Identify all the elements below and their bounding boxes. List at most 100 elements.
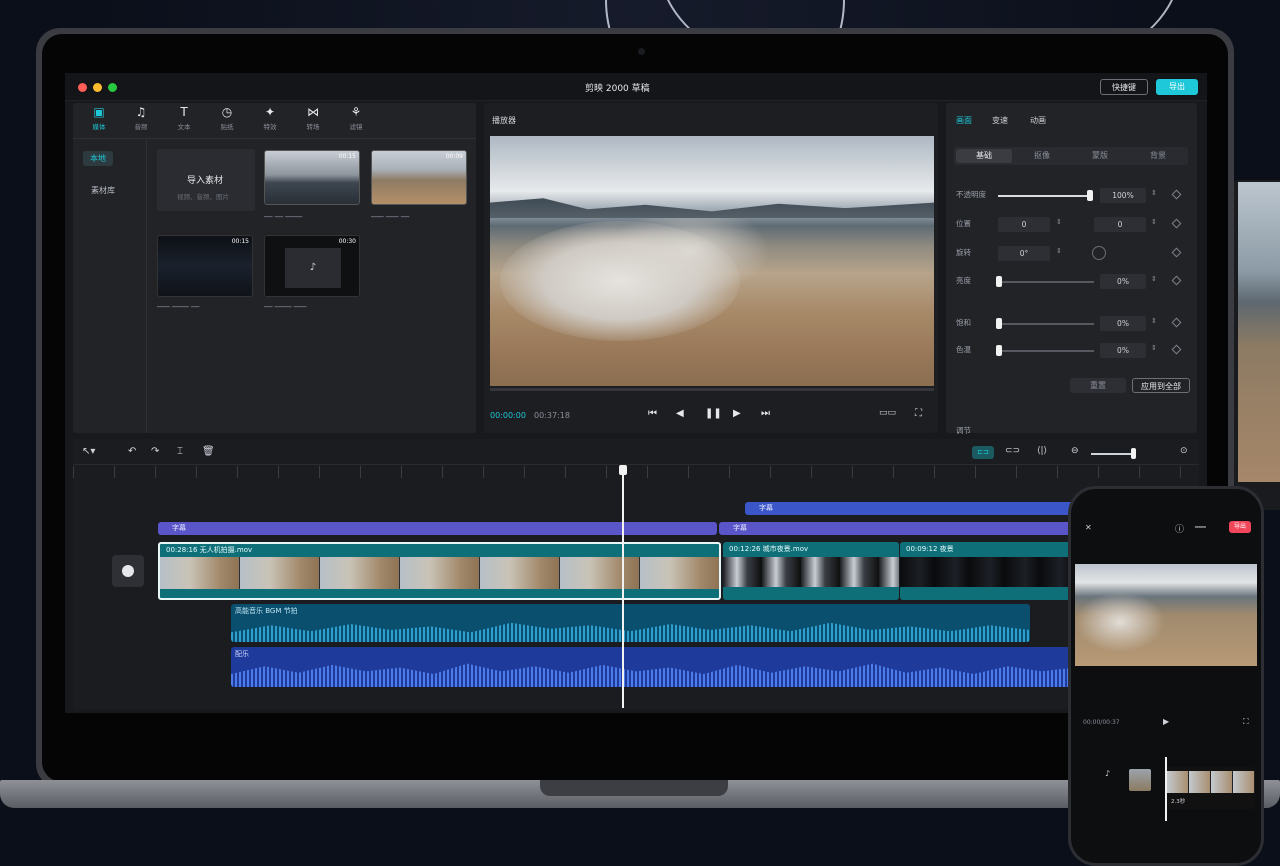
position-y[interactable]: 0 [1094,217,1146,232]
phone-playhead[interactable] [1165,757,1167,821]
saturation-slider-knob[interactable] [996,318,1002,329]
toolbar-filter-button[interactable]: ⚘ 滤镜 [340,105,372,131]
phone-export-button[interactable]: 导出 [1229,521,1251,533]
import-media-button[interactable]: 导入素材 视频、音频、图片 [157,149,255,211]
select-tool-icon[interactable]: ↖▾ [82,446,95,457]
player-progress-bar[interactable] [490,388,934,391]
magnet-toggle-icon[interactable]: ⊏⊐ [972,446,994,459]
fit-timeline-icon[interactable]: ⊙ [1180,446,1188,456]
stepper-icon[interactable]: ⇕ [1151,189,1157,197]
keyframe-icon[interactable] [1171,247,1182,258]
media-clip-thumbnail[interactable]: 00:15 [157,235,253,297]
saturation-slider[interactable] [998,323,1094,325]
opacity-slider[interactable] [998,195,1090,197]
audio-icon: ♫ [135,105,147,119]
temperature-slider[interactable] [998,350,1094,352]
media-clip-thumbnail[interactable]: ♪ 00:30 [264,235,360,297]
brightness-slider-knob[interactable] [996,276,1002,287]
shortcut-button[interactable]: 快捷键 [1100,79,1148,95]
media-clip-thumbnail[interactable]: 00:15 [264,150,360,205]
keyframe-icon[interactable] [1171,275,1182,286]
video-clip-selected[interactable]: 00:28:16 无人机拍摄.mov [158,542,721,600]
toolbar-transition-button[interactable]: ⋈ 转场 [297,105,329,131]
minimize-window-button[interactable] [93,83,102,92]
audio-clip[interactable]: 配乐 [231,647,1075,687]
subtab-background[interactable]: 背景 [1130,149,1186,163]
reset-button[interactable]: 重置 [1070,378,1126,393]
text-track-clip[interactable]: 字幕 [745,502,1075,515]
subtab-mask[interactable]: 蒙版 [1072,149,1128,163]
toolbar-sticker-button[interactable]: ◷ 贴纸 [211,105,243,131]
stepper-icon[interactable]: ⇕ [1151,344,1157,352]
stepper-icon[interactable]: ⇕ [1151,275,1157,283]
fullscreen-icon[interactable]: ⛶ [915,408,922,419]
next-frame-icon[interactable]: ▶ [733,408,741,419]
zoom-slider-knob[interactable] [1131,448,1136,459]
inspector-tab-picture[interactable]: 画面 [956,115,972,126]
export-button[interactable]: 导出 [1156,79,1198,95]
delete-icon[interactable]: 🗑 [202,446,215,457]
playhead[interactable] [622,468,624,708]
temperature-value[interactable]: 0% [1100,343,1146,358]
toolbar-audio-button[interactable]: ♫ 音频 [125,105,157,131]
split-icon[interactable]: ⌶ [177,446,183,457]
prev-frame-icon[interactable]: ◀ [676,408,684,419]
text-track-clip[interactable]: 字幕 [719,522,1075,535]
skip-start-icon[interactable]: ⏮ [648,408,657,419]
sidebar-item-library[interactable]: 素材库 [83,183,123,198]
toolbar-effects-button[interactable]: ✦ 特效 [254,105,286,131]
text-track-clip[interactable]: 字幕 [158,522,717,535]
video-clip[interactable]: 00:09:12 夜景 [900,542,1075,600]
stepper-icon[interactable]: ⇕ [1056,247,1062,255]
phone-fullscreen-icon[interactable]: ⛶ [1243,717,1249,727]
inspector-tab-speed[interactable]: 变速 [992,115,1008,126]
media-clip-thumbnail[interactable]: 00:09 [371,150,467,205]
keyframe-icon[interactable] [1171,189,1182,200]
phone-help-icon[interactable]: ⓘ [1175,522,1184,535]
audio-clip[interactable]: 高能音乐 BGM 节拍 [231,604,1030,642]
inspector-tab-animation[interactable]: 动画 [1030,115,1046,126]
keyframe-icon[interactable] [1171,218,1182,229]
phone-cover-thumbnail[interactable] [1129,769,1151,791]
stepper-icon[interactable]: ⇕ [1151,317,1157,325]
pause-icon[interactable]: ❚❚ [705,408,722,419]
subtab-basic[interactable]: 基础 [956,149,1012,163]
sidebar-item-local[interactable]: 本地 [83,151,113,166]
brightness-value[interactable]: 0% [1100,274,1146,289]
temperature-slider-knob[interactable] [996,345,1002,356]
maximize-window-button[interactable] [108,83,117,92]
aspect-ratio-icon[interactable]: ▭▭ [879,408,896,418]
keyframe-icon[interactable] [1171,344,1182,355]
apply-all-button[interactable]: 应用到全部 [1132,378,1190,393]
preview-axis-icon[interactable]: ⟨|⟩ [1037,446,1047,456]
rotation-value[interactable]: 0° [998,246,1050,261]
undo-icon[interactable]: ↶ [128,446,136,457]
zoom-slider[interactable] [1091,453,1135,455]
toolbar-media-button[interactable]: ▣ 媒体 [83,105,115,131]
video-clip[interactable]: 00:12:26 城市夜景.mov [723,542,899,600]
close-window-button[interactable] [78,83,87,92]
music-note-icon: ♪ [285,248,341,288]
phone-clip-strip[interactable]: 2.3秒 [1167,767,1255,809]
saturation-value[interactable]: 0% [1100,316,1146,331]
phone-audio-toggle-icon[interactable]: ♪ [1105,769,1110,778]
phone-play-icon[interactable]: ▶ [1163,717,1169,726]
opacity-value[interactable]: 100% [1100,188,1146,203]
redo-icon[interactable]: ↷ [151,446,159,457]
transition-icon: ⋈ [307,105,319,119]
position-x[interactable]: 0 [998,217,1050,232]
zoom-out-icon[interactable]: ⊖ [1071,446,1079,456]
link-icon[interactable]: ⊂⊃ [1005,446,1020,456]
rotation-dial-icon[interactable] [1092,246,1106,260]
keyframe-icon[interactable] [1171,317,1182,328]
toolbar-text-button[interactable]: T 文本 [168,105,200,131]
stepper-icon[interactable]: ⇕ [1151,218,1157,226]
phone-close-icon[interactable]: ✕ [1085,523,1092,532]
brightness-slider[interactable] [998,281,1094,283]
cover-button[interactable] [112,555,144,587]
stepper-icon[interactable]: ⇕ [1056,218,1062,226]
skip-end-icon[interactable]: ⏭ [761,408,770,419]
opacity-slider-knob[interactable] [1087,190,1093,201]
playhead-handle[interactable] [619,465,627,475]
subtab-keying[interactable]: 抠像 [1014,149,1070,163]
